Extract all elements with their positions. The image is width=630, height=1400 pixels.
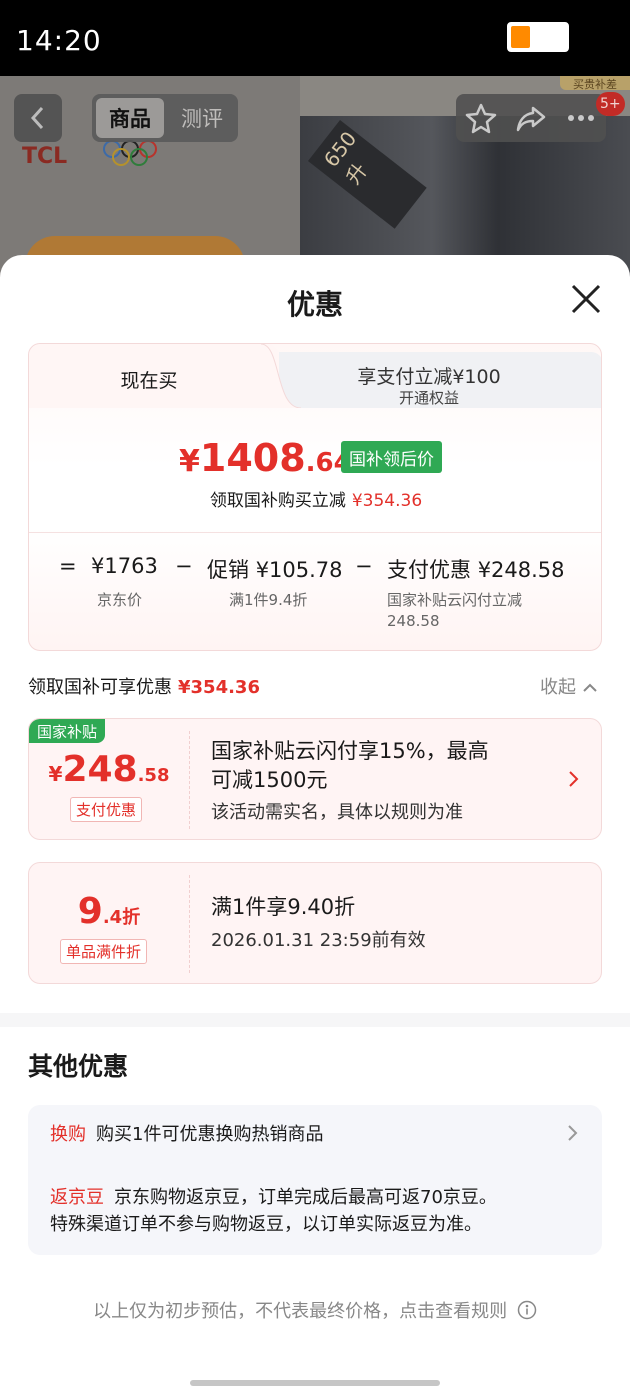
back-button[interactable] — [14, 94, 62, 142]
reduce-value: ¥354.36 — [351, 491, 423, 511]
divider — [29, 532, 601, 533]
calc-promo: 促销 ¥105.78 — [207, 554, 343, 584]
coupon-type-label: 支付优惠 — [70, 797, 143, 822]
coupon-currency: ¥ — [48, 762, 63, 786]
battery-level — [511, 26, 530, 48]
coupon-gov-subsidy[interactable]: 国家补贴 ¥248.58 支付优惠 国家补贴云闪付享15%，最高 可减1500元… — [28, 718, 602, 840]
other-discounts-card: 换购 购买1件可优惠换购热销商品 返京豆 京东购物返京豆，订单完成后最高可返70京豆… — [28, 1105, 602, 1255]
reduce-line: 领取国补购买立减 ¥354.36 — [29, 486, 601, 511]
coupon-section-value: ¥354.36 — [178, 677, 260, 698]
trade-in-item[interactable]: 换购 购买1件可优惠换购热销商品 — [50, 1121, 323, 1148]
discount-validity: 2026.01.31 23:59前有效 — [211, 930, 426, 951]
trade-in-tag: 换购 — [50, 1124, 86, 1145]
buy-now-label: 现在买 — [120, 370, 178, 392]
collapse-label: 收起 — [540, 677, 576, 698]
chevron-right-icon — [569, 771, 579, 787]
top-actions — [456, 94, 606, 142]
pay-benefit-sub: 开通权益 — [398, 389, 459, 407]
coupon-desc-line1: 国家补贴云闪付享15%，最高 — [211, 739, 489, 763]
chevron-left-icon — [30, 106, 44, 130]
coupon-amount: ¥248.58 — [29, 749, 189, 790]
olympic-rings-icon — [103, 140, 157, 166]
calc-op-minus-2: − — [355, 554, 373, 578]
coupon-int: 248 — [62, 749, 138, 790]
tab-buy-now[interactable]: 现在买 — [29, 344, 279, 408]
calc-pay-discount: 支付优惠 ¥248.58 — [387, 554, 565, 584]
calc-promo-value: ¥105.78 — [255, 558, 343, 582]
reduce-label: 领取国补购买立减 — [209, 491, 346, 511]
tab-review[interactable]: 测评 — [170, 98, 234, 138]
calc-promo-label: 促销 — [207, 558, 249, 582]
calc-op-minus-1: − — [175, 554, 193, 578]
jd-bean-item: 返京豆 京东购物返京豆，订单完成后最高可返70京豆。 — [50, 1184, 497, 1211]
sheet-title: 优惠 — [286, 288, 343, 321]
tab-pay-benefit[interactable]: 享支付立减¥100 开通权益 — [279, 352, 601, 408]
home-indicator — [190, 1380, 440, 1386]
subsidy-price-tag: 国补领后价 — [341, 441, 442, 473]
section-separator — [0, 1013, 630, 1027]
gov-subsidy-tag: 国家补贴 — [29, 719, 106, 743]
discount-sheet: 优惠 享支付立减¥100 开通权益 现在买 ¥1408.64 国补领后价 领取国… — [0, 255, 630, 1400]
product-tabs: 商品 测评 — [92, 94, 238, 142]
discount-dec: .4折 — [102, 907, 141, 928]
chevron-up-icon — [583, 683, 597, 692]
price-guarantee-tag: 买贵补差 — [560, 76, 630, 91]
coupon-note: 该活动需实名，具体以规则为准 — [211, 802, 463, 823]
more-icon[interactable] — [565, 102, 597, 134]
jd-bean-note: 特殊渠道订单不参与购物返豆，以订单实际返豆为准。 — [50, 1214, 482, 1235]
footnote[interactable]: 以上仅为初步预估，不代表最终价格，点击查看规则 — [0, 1297, 630, 1323]
coupon-section-title: 领取国补可享优惠 ¥354.36 — [28, 673, 260, 699]
calc-pay-sub: 国家补贴云闪付立减 248.58 — [387, 591, 523, 630]
calc-jd-price-label: 京东价 — [97, 591, 143, 609]
price-integer: 1408 — [199, 436, 306, 480]
chevron-right-icon[interactable] — [566, 1123, 580, 1143]
pay-benefit-title: 享支付立减¥100 — [357, 366, 501, 388]
discount-int: 9 — [77, 891, 103, 932]
discount-type-label: 单品满件折 — [60, 939, 148, 964]
footnote-text: 以上仅为初步预估，不代表最终价格，点击查看规则 — [93, 1301, 508, 1322]
calc-promo-sub: 满1件9.4折 — [229, 591, 308, 609]
message-badge: 5+ — [596, 92, 625, 116]
status-bar: 14:20 — [0, 0, 630, 76]
collapse-button[interactable]: 收起 — [540, 673, 598, 699]
coupon-divider — [189, 875, 190, 973]
status-time: 14:20 — [16, 24, 102, 57]
coupon-divider — [189, 731, 190, 829]
other-discounts-title: 其他优惠 — [28, 1052, 129, 1081]
jd-bean-text: 京东购物返京豆，订单完成后最高可返70京豆。 — [114, 1187, 497, 1208]
star-icon[interactable] — [465, 102, 497, 134]
price-currency: ¥ — [179, 444, 200, 479]
calc-pay-value: ¥248.58 — [477, 558, 565, 582]
trade-in-text: 购买1件可优惠换购热销商品 — [96, 1124, 324, 1145]
tab-product[interactable]: 商品 — [96, 98, 164, 138]
coupon-section-label: 领取国补可享优惠 — [28, 677, 172, 698]
jd-bean-tag: 返京豆 — [50, 1187, 104, 1208]
coupon-dec: .58 — [137, 765, 170, 786]
calc-jd-price: ¥1763 — [91, 554, 158, 578]
calc-pay-label: 支付优惠 — [387, 558, 471, 582]
brand-logo: TCL — [22, 144, 68, 169]
battery-icon — [507, 22, 569, 52]
tab-curve — [261, 344, 301, 408]
product-background: 650升 买贵补差 TCL 商品 测评 5+ — [0, 76, 630, 276]
share-icon[interactable] — [515, 102, 547, 134]
close-icon[interactable] — [568, 281, 604, 317]
calc-op-equals: = — [59, 554, 77, 578]
coupon-desc-line2: 可减1500元 — [211, 768, 328, 792]
discount-desc: 满1件享9.40折 — [211, 895, 356, 919]
price-calculation-card: 享支付立减¥100 开通权益 现在买 ¥1408.64 国补领后价 领取国补购买… — [28, 343, 602, 651]
final-price: ¥1408.64 — [179, 436, 352, 480]
discount-amount: 9.4折 — [29, 891, 189, 932]
coupon-single-discount[interactable]: 9.4折 单品满件折 满1件享9.40折 2026.01.31 23:59前有效 — [28, 862, 602, 984]
info-icon — [517, 1300, 537, 1320]
